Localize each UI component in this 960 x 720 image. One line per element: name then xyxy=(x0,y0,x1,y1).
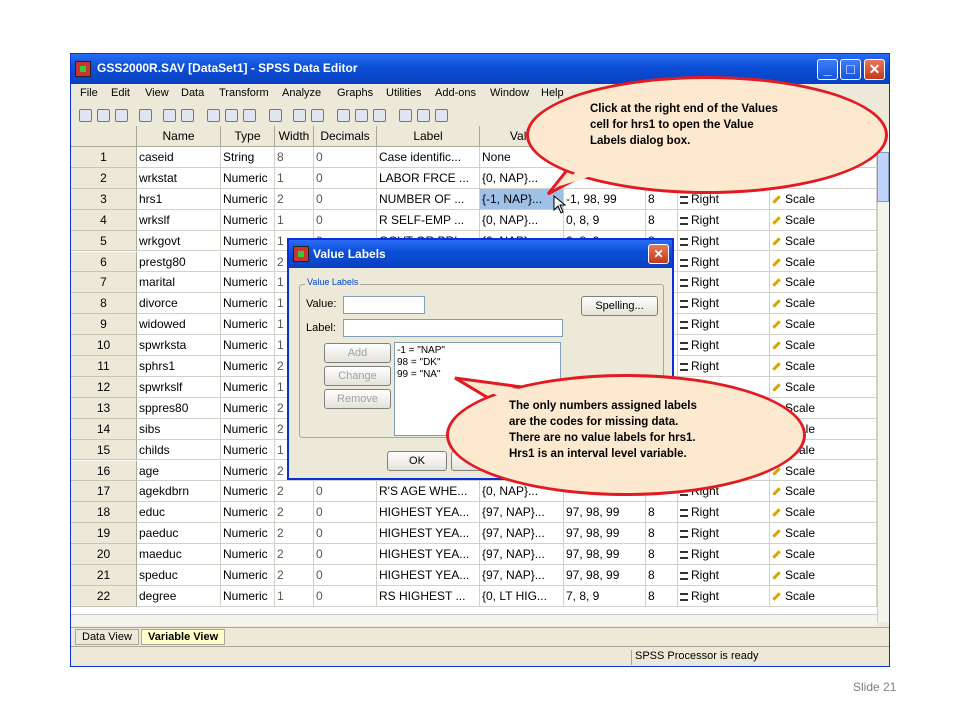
callout-line: are the codes for missing data. xyxy=(509,416,679,428)
callout-top-text: Click at the right end of the Values cel… xyxy=(590,101,840,149)
top-pointer-cover xyxy=(560,164,604,186)
mouse-cursor-icon xyxy=(553,195,567,214)
callout-bottom-text: The only numbers assigned labels are the… xyxy=(509,398,759,462)
bottom-pointer-cover xyxy=(470,383,520,398)
callout-line: Labels dialog box. xyxy=(590,135,691,147)
callout-line: There are no value labels for hrs1. xyxy=(509,432,696,444)
callout-line: Hrs1 is an interval level variable. xyxy=(509,448,687,460)
callout-line: The only numbers assigned labels xyxy=(509,400,697,412)
slide-number: Slide 21 xyxy=(853,680,897,694)
callout-line: cell for hrs1 to open the Value xyxy=(590,119,754,131)
callout-line: Click at the right end of the Values xyxy=(590,103,778,115)
